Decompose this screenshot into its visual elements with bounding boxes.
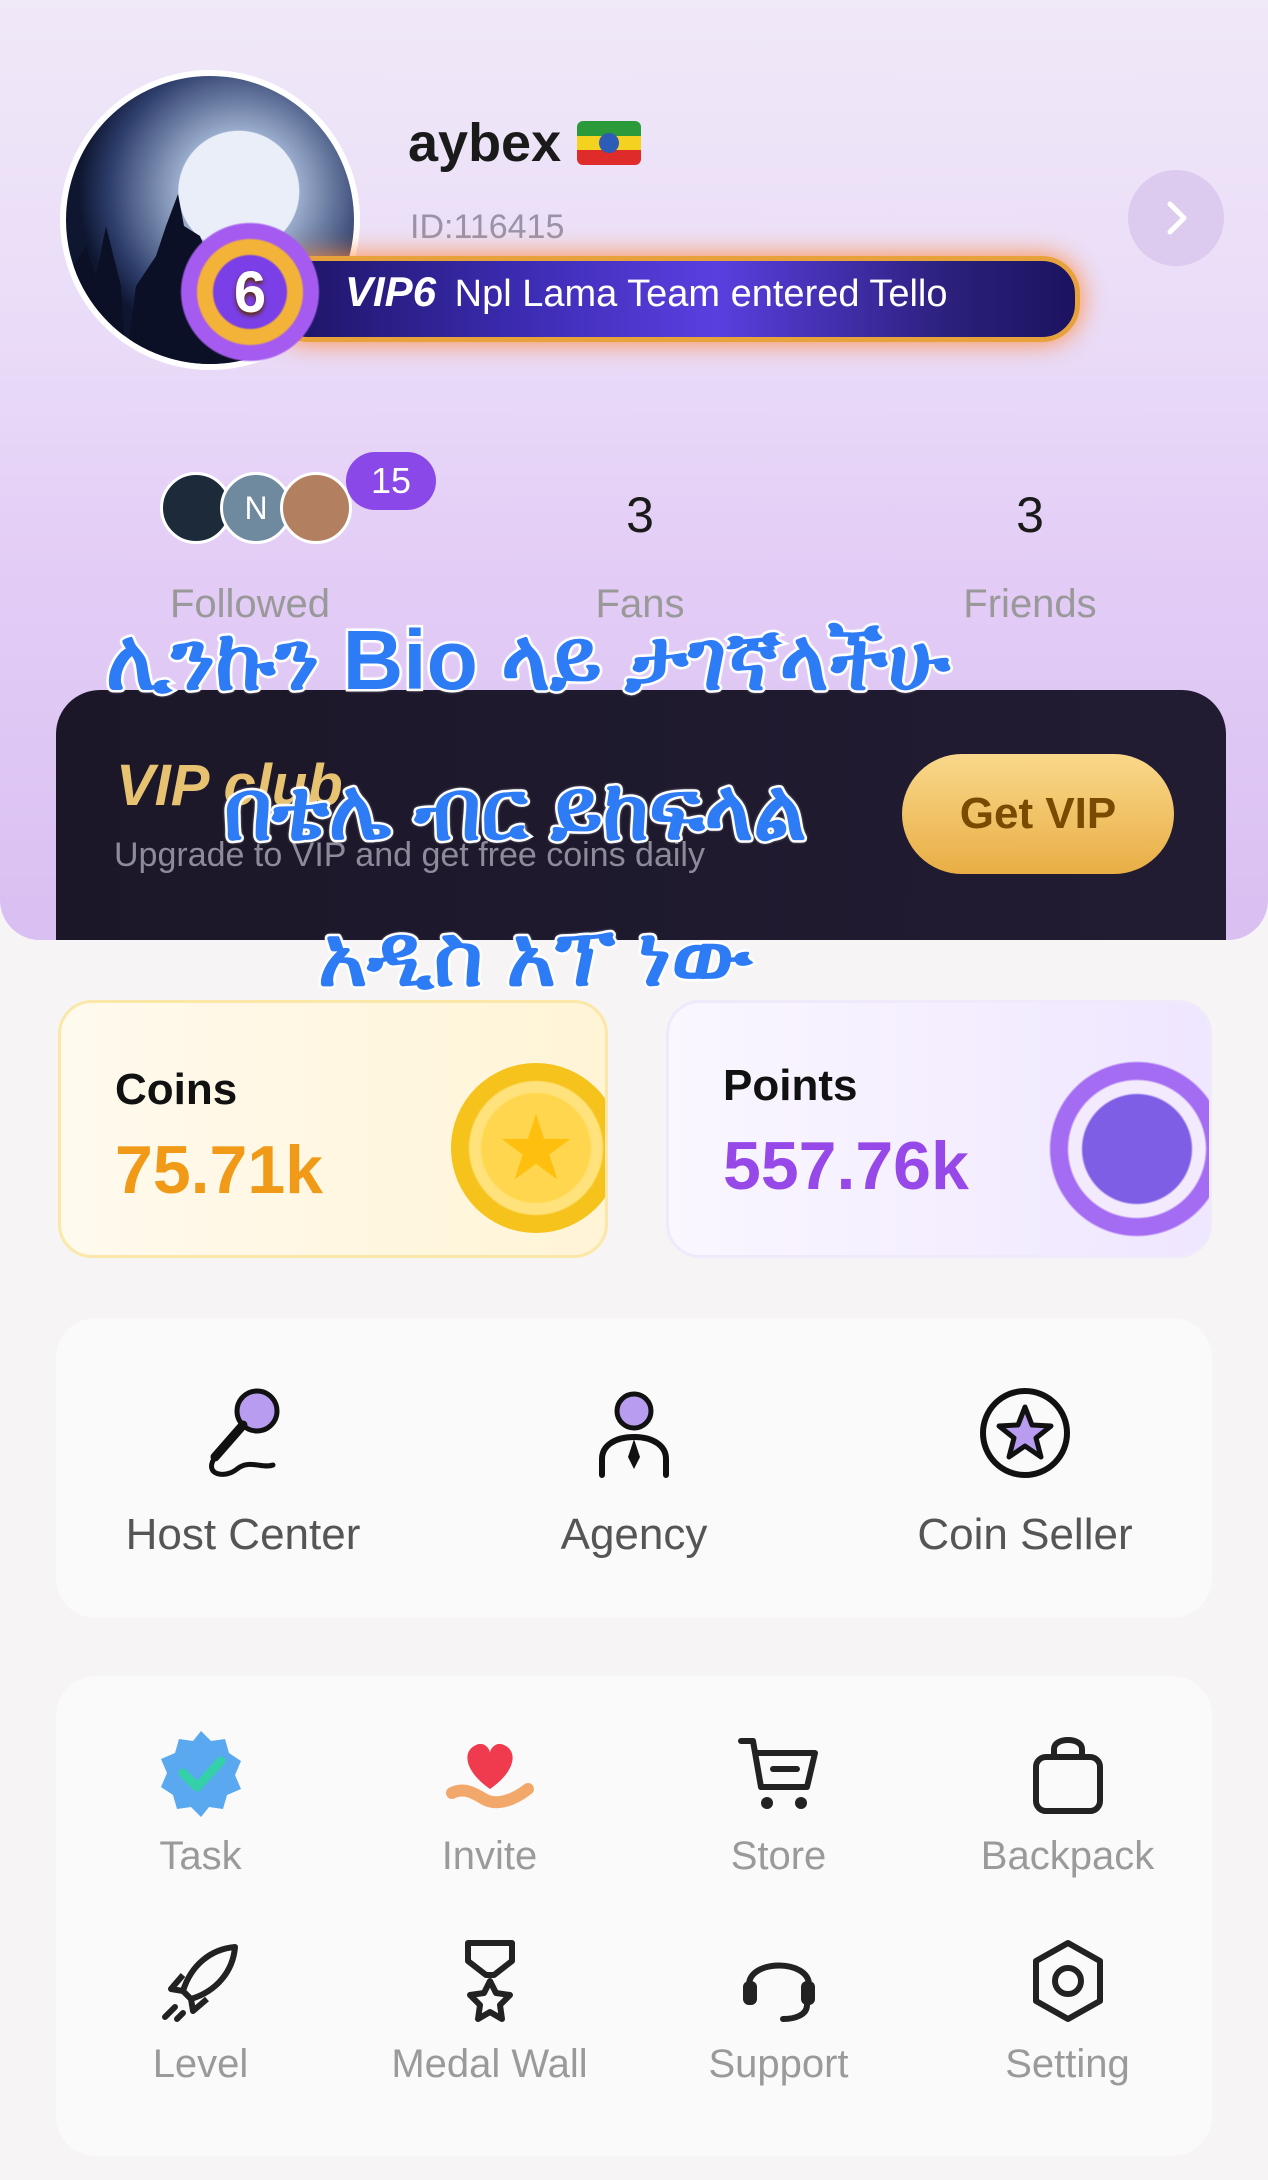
menu-item-level[interactable]: Level (56, 1936, 345, 2087)
coins-card[interactable]: Coins 75.71k ★ (58, 1000, 608, 1258)
rocket-icon (56, 1936, 345, 2026)
tool-label: Coin Seller (917, 1510, 1133, 1559)
stats-row: 0 Followed 3 Fans 3 Friends (0, 440, 1268, 626)
cart-icon (634, 1728, 923, 1818)
menu-label: Medal Wall (391, 2042, 588, 2086)
stat-followed[interactable]: 0 Followed (100, 440, 400, 627)
vip-level-badge: 6 (180, 222, 320, 362)
bag-icon (923, 1728, 1212, 1818)
overlay-text-line-3: አዲስ አፕ ነው (315, 907, 754, 1006)
overlay-text-line-1: ሊንኩን Bio ላይ ታገኛላችሁ (104, 611, 953, 710)
tool-coin-seller[interactable]: Coin Seller (860, 1378, 1190, 1560)
menu-label: Level (152, 2042, 249, 2086)
menu-label: Invite (441, 1834, 538, 1878)
verified-badge-icon (56, 1728, 345, 1818)
menu-item-store[interactable]: Store (634, 1728, 923, 1879)
menu-item-task[interactable]: Task (56, 1728, 345, 1879)
overlay-text-line-2: በቴሌ ብር ይከፍላል (222, 761, 810, 860)
menu-label: Store (730, 1834, 827, 1878)
chevron-right-icon (1167, 201, 1187, 235)
tools-panel: Host Center Agency Coin Seller (56, 1318, 1212, 1618)
stat-friends[interactable]: 3 Friends (880, 440, 1180, 627)
coin-icon: ★ (451, 1063, 605, 1233)
points-label: Points (723, 1061, 858, 1110)
menu-label: Backpack (980, 1834, 1155, 1878)
menu-label: Support (708, 2042, 849, 2086)
settings-icon (923, 1936, 1212, 2026)
menu-item-setting[interactable]: Setting (923, 1936, 1212, 2087)
tool-label: Agency (560, 1510, 708, 1559)
ethiopia-flag-icon (577, 121, 642, 165)
banner-text: VIP6 Npl Lama Team entered Tello (345, 268, 948, 316)
star-coin-icon (860, 1378, 1190, 1488)
fans-value: 3 (626, 487, 654, 543)
agent-person-icon (469, 1378, 799, 1488)
profile-chevron-button[interactable] (1128, 170, 1224, 266)
get-vip-button[interactable]: Get VIP (902, 754, 1174, 874)
menu-item-backpack[interactable]: Backpack (923, 1728, 1212, 1879)
tool-label: Host Center (125, 1510, 361, 1559)
menu-label: Task (159, 1834, 242, 1878)
menu-item-medal-wall[interactable]: Medal Wall (345, 1936, 634, 2087)
friends-value: 3 (1016, 487, 1044, 543)
microphone-icon (78, 1378, 408, 1488)
coins-label: Coins (115, 1065, 238, 1114)
menu-item-invite[interactable]: Invite (345, 1728, 634, 1879)
medal-icon (345, 1936, 634, 2026)
menu-grid: Task Invite Store Backpack Level Medal W… (56, 1676, 1212, 2156)
points-value: 557.76k (723, 1128, 969, 1204)
points-card[interactable]: Points 557.76k (666, 1000, 1212, 1258)
tool-agency[interactable]: Agency (469, 1378, 799, 1560)
coins-value: 75.71k (115, 1132, 323, 1208)
banner-message: Npl Lama Team entered Tello (454, 273, 948, 315)
tool-host-center[interactable]: Host Center (78, 1378, 408, 1560)
username: aybex (408, 112, 642, 174)
username-text: aybex (408, 113, 562, 173)
headset-icon (634, 1936, 923, 2026)
menu-label: Setting (1005, 2042, 1130, 2086)
points-icon (1047, 1059, 1209, 1239)
vip-entry-banner: 6 VIP6 Npl Lama Team entered Tello (180, 222, 1080, 362)
stat-fans[interactable]: 3 Fans (490, 440, 790, 627)
menu-item-support[interactable]: Support (634, 1936, 923, 2087)
vip-tag: VIP6 (345, 268, 437, 315)
heart-hand-icon (345, 1728, 634, 1818)
